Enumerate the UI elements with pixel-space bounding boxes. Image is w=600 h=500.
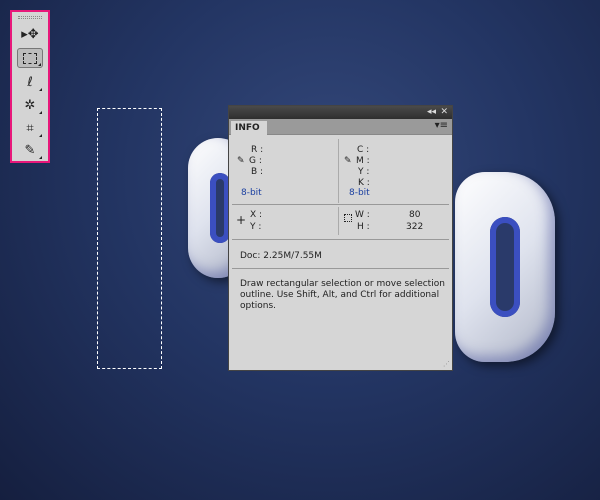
- resize-grip-icon[interactable]: ⋰: [443, 360, 450, 368]
- b-label: B :: [251, 167, 264, 177]
- close-icon[interactable]: ✕: [440, 106, 448, 119]
- tool-help-text: Draw rectangular selection or move selec…: [240, 279, 445, 311]
- crosshair-icon: +: [236, 213, 247, 227]
- w-value: 80: [409, 210, 421, 220]
- eyedropper-icon[interactable]: ✎: [237, 156, 245, 166]
- k-label: K :: [358, 178, 370, 188]
- panel-grip[interactable]: [18, 16, 42, 19]
- 3d-letter-d: [455, 172, 555, 362]
- magic-wand-tool-icon[interactable]: ✲: [17, 95, 43, 115]
- marquee-selection[interactable]: [97, 108, 162, 369]
- eyedropper-glyph: ✎: [24, 142, 36, 158]
- lasso-tool-icon[interactable]: ℓ: [17, 72, 43, 92]
- move-tool-icon[interactable]: ▸✥: [17, 24, 43, 44]
- rectangular-marquee-tool-icon[interactable]: [17, 48, 43, 68]
- m-label: M :: [356, 156, 370, 166]
- selection-size-icon: [344, 214, 352, 222]
- rgb-depth[interactable]: 8-bit: [241, 188, 262, 198]
- info-panel: ◂◂ ✕ INFO ▾≡ R : ✎ G : B : 8-bit C : ✎ M…: [228, 105, 453, 371]
- eyedropper-icon-cmyk[interactable]: ✎: [344, 156, 352, 166]
- r-label: R :: [251, 145, 264, 155]
- lasso-glyph: ℓ: [27, 74, 33, 90]
- w-label: W :: [355, 210, 370, 220]
- collapse-icon[interactable]: ◂◂: [427, 106, 436, 119]
- doc-size: Doc: 2.25M/7.55M: [240, 251, 322, 261]
- crop-glyph: ⌗: [26, 120, 34, 136]
- cmyk-depth[interactable]: 8-bit: [349, 188, 370, 198]
- g-label: G :: [249, 156, 262, 166]
- x-label: X :: [250, 210, 263, 220]
- y-label: Y :: [358, 167, 370, 177]
- y-coord-label: Y :: [250, 222, 262, 232]
- wand-glyph: ✲: [24, 97, 36, 113]
- panel-titlebar[interactable]: ◂◂ ✕: [229, 106, 452, 119]
- tab-info[interactable]: INFO: [231, 121, 267, 135]
- tools-panel: ▸✥ ℓ ✲ ⌗ ✎: [10, 10, 50, 163]
- eyedropper-tool-icon[interactable]: ✎: [17, 140, 43, 160]
- crop-tool-icon[interactable]: ⌗: [17, 118, 43, 138]
- h-label: H :: [357, 222, 370, 232]
- h-value: 322: [406, 222, 424, 232]
- panel-menu-icon[interactable]: ▾≡: [435, 120, 448, 131]
- c-label: C :: [357, 145, 370, 155]
